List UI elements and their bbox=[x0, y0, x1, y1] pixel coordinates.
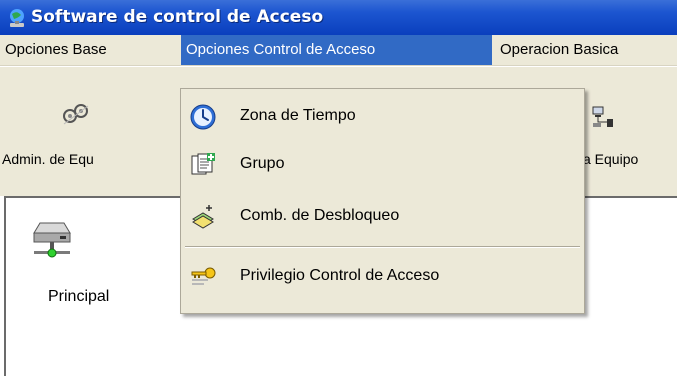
menu-operacion-basica[interactable]: Operacion Basica bbox=[495, 35, 623, 65]
group-doc-icon bbox=[191, 153, 215, 175]
keys-icon bbox=[191, 267, 216, 285]
menu-opciones-control-acceso[interactable]: Opciones Control de Acceso bbox=[181, 35, 492, 65]
menu-item-zona-de-tiempo[interactable]: Zona de Tiempo bbox=[181, 95, 584, 139]
menu-item-label: Privilegio Control de Acceso bbox=[240, 267, 440, 284]
menu-item-privilegio-control-acceso[interactable]: Privilegio Control de Acceso bbox=[181, 255, 584, 299]
computer-network-icon bbox=[592, 106, 613, 127]
admin-equipos-button[interactable]: Admin. de Equ bbox=[2, 97, 120, 167]
admin-equipos-label: Admin. de Equ bbox=[2, 151, 94, 167]
title-bar: Software de control de Acceso bbox=[0, 0, 677, 35]
tree-node-principal[interactable]: Principal bbox=[48, 288, 109, 306]
unlock-combination-icon bbox=[192, 205, 214, 229]
network-admin-icon bbox=[63, 104, 89, 125]
menu-item-comb-desbloqueo[interactable]: Comb. de Desbloqueo bbox=[181, 195, 584, 239]
dropdown-menu: Zona de Tiempo Grupo Comb. de Desbloqueo bbox=[180, 88, 585, 314]
window-title: Software de control de Acceso bbox=[31, 7, 324, 27]
equipo-button[interactable]: a Equipo bbox=[580, 97, 677, 167]
equipo-label: a Equipo bbox=[583, 151, 639, 167]
menu-opciones-base[interactable]: Opciones Base bbox=[0, 35, 112, 65]
menu-separator bbox=[185, 246, 580, 248]
menu-item-label: Grupo bbox=[240, 155, 285, 172]
clock-icon bbox=[190, 104, 216, 130]
menu-item-label: Zona de Tiempo bbox=[240, 107, 356, 124]
menu-item-grupo[interactable]: Grupo bbox=[181, 143, 584, 187]
menu-item-label: Comb. de Desbloqueo bbox=[240, 207, 400, 224]
menu-bar: Opciones Base Opciones Control de Acceso… bbox=[0, 35, 677, 66]
app-icon bbox=[10, 9, 24, 27]
network-drive-icon[interactable] bbox=[32, 217, 72, 263]
